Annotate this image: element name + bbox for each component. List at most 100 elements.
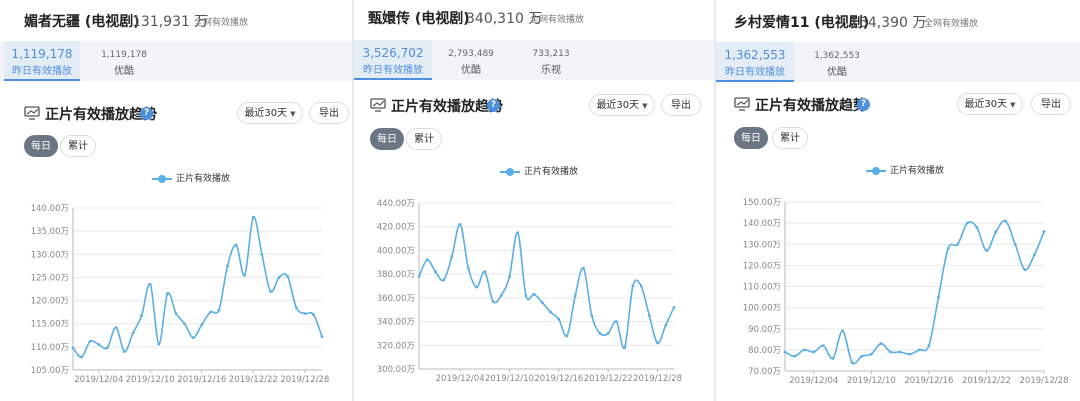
data-point	[516, 231, 520, 235]
y-tick-label: 150.00万	[743, 198, 781, 208]
y-tick-label: 440.00万	[377, 199, 415, 209]
data-point	[598, 332, 602, 335]
data-point	[994, 230, 998, 233]
data-point	[889, 350, 892, 354]
y-tick-label: 125.00万	[31, 273, 69, 283]
data-point	[565, 334, 569, 338]
x-tick-label: 2019/12/16	[534, 374, 583, 384]
y-tick-label: 135.00万	[31, 227, 69, 237]
data-point	[656, 341, 659, 345]
x-tick-label: 2019/12/22	[584, 374, 633, 384]
data-point	[812, 350, 816, 354]
x-tick-label: 2019/12/16	[177, 375, 226, 385]
data-point	[234, 243, 238, 247]
x-tick-label: 2019/12/22	[962, 376, 1011, 386]
data-point	[97, 343, 101, 346]
y-tick-label: 105.00万	[31, 366, 69, 376]
data-point	[783, 350, 787, 354]
data-point	[1023, 268, 1027, 271]
data-point	[672, 305, 676, 309]
y-tick-label: 80.00万	[748, 346, 781, 356]
data-point	[1033, 253, 1036, 257]
data-point	[664, 323, 668, 327]
x-tick-label: 2019/12/16	[904, 376, 953, 386]
data-point	[458, 222, 462, 226]
data-point	[946, 247, 950, 250]
data-point	[148, 282, 152, 286]
data-point	[466, 266, 470, 270]
data-point	[174, 312, 178, 315]
data-point	[491, 300, 495, 303]
data-point	[927, 344, 931, 348]
data-point	[434, 270, 437, 274]
data-point	[226, 264, 229, 268]
data-point	[956, 242, 960, 246]
data-point	[450, 254, 454, 258]
y-tick-label: 130.00万	[743, 240, 781, 250]
data-point	[217, 308, 221, 312]
data-point	[208, 310, 212, 314]
x-tick-label: 2019/12/10	[126, 375, 175, 385]
trend-chart: 300.00万 320.00万 340.00万 360.00万 380.00万 400.0…	[377, 199, 682, 384]
data-point	[917, 348, 921, 352]
data-point	[251, 215, 255, 219]
data-point	[524, 294, 528, 297]
data-point	[590, 314, 594, 318]
data-point	[898, 350, 902, 354]
data-point	[483, 270, 487, 274]
data-point	[157, 342, 161, 346]
data-point	[831, 356, 835, 360]
data-point	[508, 275, 511, 278]
y-tick-label: 340.00万	[377, 318, 415, 328]
data-point	[320, 335, 324, 339]
data-point	[869, 352, 873, 356]
data-point	[606, 332, 610, 335]
data-point	[442, 278, 446, 282]
data-point	[1013, 242, 1017, 246]
data-point	[1004, 219, 1008, 223]
data-point	[260, 252, 264, 256]
data-point	[850, 361, 854, 364]
data-point	[582, 266, 585, 270]
y-tick-label: 420.00万	[377, 223, 415, 233]
data-point	[615, 320, 618, 323]
series-line	[418, 223, 675, 350]
y-tick-label: 120.00万	[31, 297, 69, 307]
screenshot-root: 媚者无疆 (电视剧) 131,931 万 全网有效播放 1,119,178 昨日…	[0, 0, 1080, 401]
data-point	[166, 292, 169, 296]
data-point	[908, 352, 912, 356]
data-point	[549, 310, 553, 314]
y-tick-label: 140.00万	[743, 219, 781, 229]
x-tick-label: 2019/12/04	[436, 374, 485, 384]
data-point	[88, 339, 92, 343]
data-point	[312, 313, 315, 316]
data-point	[532, 292, 536, 296]
data-point	[821, 344, 825, 348]
data-point	[937, 295, 940, 299]
data-point	[191, 336, 195, 339]
y-tick-label: 115.00万	[31, 320, 69, 330]
data-point	[965, 221, 969, 225]
y-tick-label: 90.00万	[748, 325, 781, 335]
data-point	[573, 294, 577, 297]
x-tick-label: 2019/12/22	[229, 375, 278, 385]
data-point	[277, 276, 281, 279]
series-line	[784, 219, 1045, 365]
data-point	[1042, 230, 1046, 233]
x-tick-label: 2019/12/04	[74, 375, 123, 385]
y-tick-label: 300.00万	[377, 365, 415, 375]
data-point	[793, 354, 796, 358]
y-tick-label: 120.00万	[743, 261, 781, 271]
data-point	[123, 350, 126, 353]
data-point	[114, 326, 118, 329]
data-point	[200, 323, 204, 327]
data-point	[131, 331, 135, 335]
y-tick-label: 360.00万	[377, 294, 415, 304]
data-point	[879, 342, 883, 345]
data-point	[802, 348, 806, 352]
data-point	[975, 225, 979, 229]
series-line	[72, 216, 323, 358]
data-point	[71, 346, 75, 350]
data-point	[475, 285, 478, 289]
data-point	[105, 346, 109, 350]
